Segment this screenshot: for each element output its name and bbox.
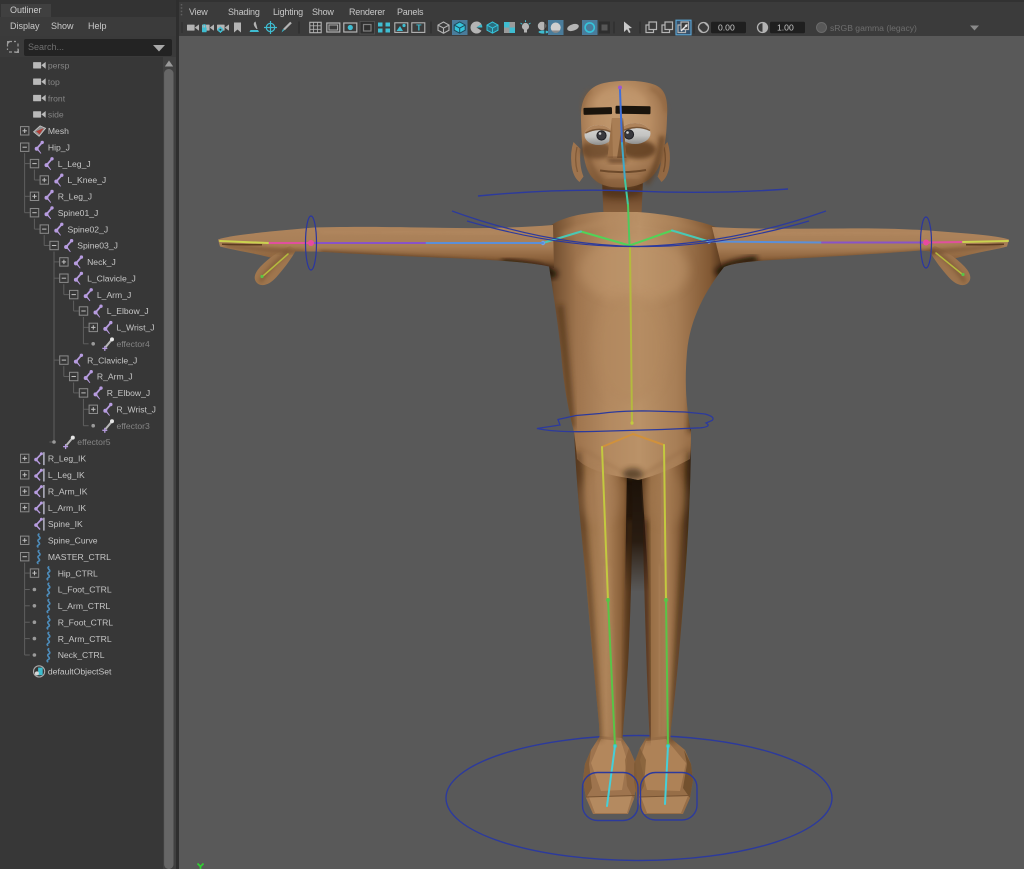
svg-text:L_Leg_IK: L_Leg_IK: [48, 470, 85, 480]
svg-text:Spine_IK: Spine_IK: [48, 519, 83, 529]
svg-text:1.00: 1.00: [777, 23, 794, 33]
svg-text:Hip_J: Hip_J: [48, 142, 70, 152]
svg-text:L_Knee_J: L_Knee_J: [68, 175, 107, 185]
svg-text:sRGB gamma (legacy): sRGB gamma (legacy): [830, 23, 917, 33]
svg-text:effector4: effector4: [117, 339, 151, 349]
svg-text:L_Foot_CTRL: L_Foot_CTRL: [58, 585, 112, 595]
svg-text:effector3: effector3: [117, 421, 151, 431]
svg-text:front: front: [48, 93, 66, 103]
svg-text:Spine03_J: Spine03_J: [77, 241, 118, 251]
svg-text:R_Arm_J: R_Arm_J: [97, 372, 133, 382]
svg-text:0.00: 0.00: [718, 23, 735, 33]
svg-text:R_Leg_IK: R_Leg_IK: [48, 454, 86, 464]
svg-text:L_Arm_J: L_Arm_J: [97, 290, 131, 300]
svg-text:T: T: [416, 23, 422, 33]
svg-text:R_Foot_CTRL: R_Foot_CTRL: [58, 617, 114, 627]
svg-text:Mesh: Mesh: [48, 126, 69, 136]
svg-text:defaultObjectSet: defaultObjectSet: [48, 667, 112, 677]
svg-text:L_Wrist_J: L_Wrist_J: [117, 323, 155, 333]
svg-text:Neck_J: Neck_J: [87, 257, 116, 267]
svg-text:effector5: effector5: [77, 437, 111, 447]
svg-text:MASTER_CTRL: MASTER_CTRL: [48, 552, 111, 562]
svg-text:R_Arm_IK: R_Arm_IK: [48, 486, 88, 496]
svg-text:R_Wrist_J: R_Wrist_J: [117, 405, 156, 415]
svg-text:L_Arm_IK: L_Arm_IK: [48, 503, 86, 513]
svg-text:top: top: [48, 77, 60, 87]
svg-text:L_Arm_CTRL: L_Arm_CTRL: [58, 601, 111, 611]
svg-text:R_Arm_CTRL: R_Arm_CTRL: [58, 634, 112, 644]
svg-text:L_Elbow_J: L_Elbow_J: [107, 306, 149, 316]
svg-text:R_Clavicle_J: R_Clavicle_J: [87, 355, 137, 365]
svg-text:Spine_Curve: Spine_Curve: [48, 536, 98, 546]
svg-text:Spine02_J: Spine02_J: [68, 224, 109, 234]
svg-text:Neck_CTRL: Neck_CTRL: [58, 650, 105, 660]
svg-text:side: side: [48, 110, 64, 120]
svg-text:persp: persp: [48, 61, 70, 71]
svg-text:R_Elbow_J: R_Elbow_J: [107, 388, 150, 398]
svg-text:Hip_CTRL: Hip_CTRL: [58, 568, 98, 578]
svg-text:Spine01_J: Spine01_J: [58, 208, 99, 218]
svg-text:L_Clavicle_J: L_Clavicle_J: [87, 273, 136, 283]
svg-text:R_Leg_J: R_Leg_J: [58, 192, 92, 202]
svg-text:L_Leg_J: L_Leg_J: [58, 159, 91, 169]
